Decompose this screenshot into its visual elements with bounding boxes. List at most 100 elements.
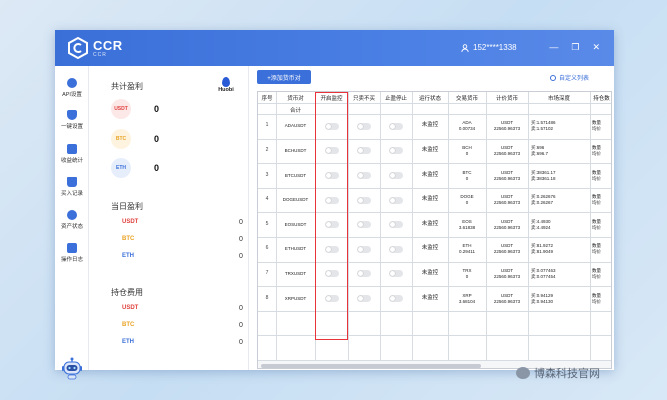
row-quote-balance: 22560.96373	[493, 298, 521, 304]
row-trade-balance: 0.00734	[458, 126, 476, 132]
row-status: 未监控	[421, 171, 439, 178]
sidebar-item-buy-records[interactable]: 买入记录	[55, 177, 89, 197]
take-profit-stop-toggle[interactable]	[389, 172, 403, 179]
cost-btc-label: BTC	[122, 322, 135, 328]
row-depth-sell: 卖:0.94130	[531, 298, 554, 304]
row-pair: ADAUSDT	[284, 123, 307, 129]
sell-only-toggle[interactable]	[357, 196, 371, 204]
robot-assistant-icon[interactable]	[61, 356, 83, 380]
custom-list-button[interactable]: 自定义列表	[550, 73, 589, 82]
settings-icon	[550, 74, 556, 81]
row-hold-qty: 数量	[592, 194, 601, 200]
row-pair: EOSUSDT	[284, 221, 307, 227]
row-pair: ETHUSDT	[284, 246, 307, 252]
monitor-toggle[interactable]	[324, 245, 339, 253]
eth-coin-icon: ETH	[111, 158, 131, 178]
sidebar-item-operation-log[interactable]: 操作日志	[55, 243, 89, 263]
huobi-flame-icon	[222, 77, 230, 87]
daily-profit-title: 当日盈利	[111, 202, 143, 211]
add-pair-button[interactable]: +添加货币对	[257, 70, 311, 84]
row-divider	[258, 187, 611, 189]
daily-usdt-label: USDT	[122, 219, 139, 225]
monitor-toggle[interactable]	[324, 122, 339, 130]
monitor-toggle[interactable]	[324, 172, 339, 179]
row-quote-balance: 22560.96373	[493, 150, 521, 156]
daily-eth-label: ETH	[122, 253, 134, 259]
sidebar-item-api[interactable]: API设置	[55, 78, 89, 98]
monitor-toggle[interactable]	[324, 196, 339, 204]
column-divider	[448, 92, 449, 368]
row-hold-qty: 数量	[592, 169, 601, 175]
monitor-toggle[interactable]	[324, 147, 339, 155]
sell-only-toggle[interactable]	[357, 172, 371, 179]
row-hold-avg: 均价	[592, 126, 601, 132]
sidebar-item-quick-setup[interactable]: 一键设置	[55, 110, 89, 130]
cost-btc-value: 0	[239, 322, 243, 329]
row-depth-buy: 买:696	[531, 144, 545, 150]
row-trade-balance: 3.61838	[458, 224, 476, 230]
sell-only-toggle[interactable]	[357, 270, 371, 278]
sell-only-toggle[interactable]	[357, 221, 371, 229]
take-profit-stop-toggle[interactable]	[389, 295, 403, 302]
column-divider	[590, 92, 591, 368]
app-subtitle: CCR	[93, 52, 107, 58]
take-profit-stop-toggle[interactable]	[389, 196, 403, 204]
app-name: CCR	[93, 38, 123, 53]
row-hold-qty: 数量	[592, 292, 601, 298]
row-hold-avg: 均价	[592, 298, 601, 304]
row-depth-buy: 买:4.4930	[531, 218, 551, 224]
row-status: 未监控	[421, 196, 439, 203]
row-index: 4	[265, 196, 269, 203]
scrollbar-thumb[interactable]	[261, 364, 481, 368]
row-depth-sell: 卖:81.9049	[531, 249, 554, 255]
monitor-toggle[interactable]	[324, 270, 339, 278]
take-profit-stop-toggle[interactable]	[389, 221, 403, 229]
header-holdings: 持仓数	[593, 96, 610, 102]
take-profit-stop-toggle[interactable]	[389, 147, 403, 155]
close-button[interactable]: ✕	[592, 42, 600, 53]
sell-only-toggle[interactable]	[357, 295, 371, 302]
row-quote-balance: 22560.96373	[493, 249, 521, 255]
sidebar-item-asset-status[interactable]: 资产状态	[55, 210, 89, 230]
row-hold-avg: 均价	[592, 224, 601, 230]
row-quote-coin: USDT	[500, 218, 514, 224]
row-trade-balance: 0	[465, 175, 469, 181]
row-quote-coin: USDT	[500, 267, 514, 273]
monitor-toggle[interactable]	[324, 221, 339, 229]
sidebar-item-profit-stats[interactable]: 收益统计	[55, 144, 89, 164]
watermark: 博森科技官网	[516, 365, 600, 381]
row-quote-balance: 22560.96373	[493, 273, 521, 279]
header-status: 运行状态	[418, 96, 441, 102]
sell-only-toggle[interactable]	[357, 122, 371, 130]
monitor-toggle[interactable]	[324, 295, 339, 302]
take-profit-stop-toggle[interactable]	[389, 245, 403, 253]
user-account[interactable]: 152****1338	[461, 43, 517, 52]
row-hold-qty: 数量	[592, 243, 601, 249]
title-bar: CCR CCR 152****1338 — ❐ ✕	[55, 30, 614, 66]
header-monitor: 开启监控	[320, 96, 343, 102]
row-status: 未监控	[421, 245, 439, 252]
take-profit-stop-toggle[interactable]	[389, 122, 403, 130]
row-divider	[258, 335, 611, 337]
daily-eth-value: 0	[239, 253, 243, 260]
ccr-logo-icon	[68, 37, 88, 59]
app-window: CCR CCR 152****1338 — ❐ ✕ API设置 一键设置 收益统…	[55, 30, 614, 380]
position-cost-title: 持仓费用	[111, 288, 143, 297]
pairs-table: 序号 货币对 开启监控 只卖不买 止盈停止 运行状态 交易货币 计价货币 市场深度 持仓数 合计 1 A…	[257, 91, 612, 369]
row-depth-sell: 卖:38361.18	[531, 175, 556, 181]
minimize-button[interactable]: —	[549, 42, 558, 53]
main-panel: +添加货币对 自定义列表 序号 货币对 开启监控 只卖不买 止盈停止 运行状态 交易货币 计价…	[250, 66, 614, 370]
sell-only-toggle[interactable]	[357, 147, 371, 155]
row-hold-qty: 数量	[592, 267, 601, 273]
header-trade-coin: 交易货币	[455, 96, 478, 102]
btc-coin-icon: BTC	[111, 129, 131, 149]
sell-only-toggle[interactable]	[357, 245, 371, 253]
header-divider	[258, 103, 611, 104]
row-depth-buy: 买:0.077463	[531, 267, 556, 273]
total-profit-btc: 0	[154, 134, 160, 144]
row-divider	[258, 310, 611, 312]
row-quote-coin: USDT	[500, 120, 514, 126]
take-profit-stop-toggle[interactable]	[389, 270, 403, 278]
header-index: 序号	[261, 96, 273, 102]
maximize-button[interactable]: ❐	[571, 42, 579, 53]
